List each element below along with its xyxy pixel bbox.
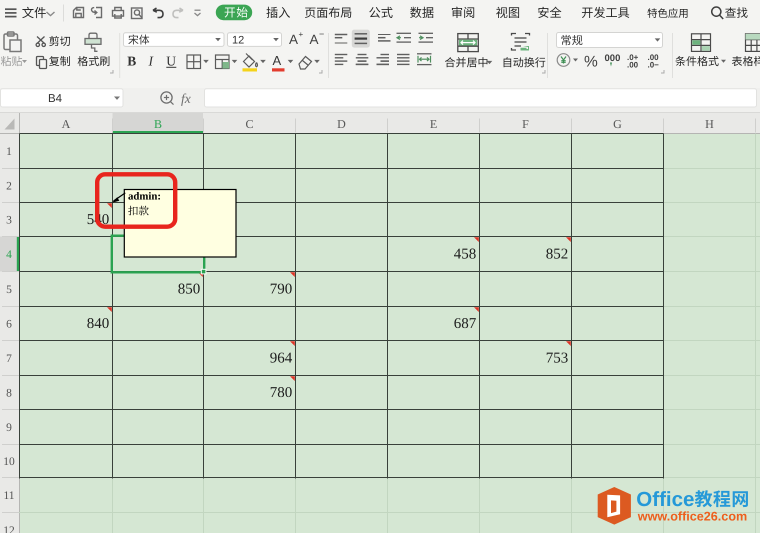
svg-text:12: 12	[3, 525, 15, 533]
svg-text:7: 7	[6, 353, 12, 365]
svg-text:000: 000	[605, 53, 621, 64]
svg-text:6: 6	[6, 319, 12, 331]
svg-text:2: 2	[6, 181, 12, 193]
svg-text:A: A	[289, 32, 298, 47]
svg-text:B4: B4	[48, 93, 63, 105]
svg-text:D: D	[337, 117, 346, 131]
svg-text:B: B	[154, 117, 162, 131]
svg-text:5: 5	[6, 284, 12, 296]
svg-text:753: 753	[546, 351, 569, 367]
svg-text:C: C	[245, 117, 253, 131]
svg-text:8: 8	[6, 388, 12, 400]
svg-text:852: 852	[546, 247, 569, 263]
svg-text:4: 4	[6, 249, 12, 261]
svg-text:.00: .00	[627, 61, 639, 70]
svg-text:A: A	[273, 53, 282, 68]
svg-text:A: A	[310, 32, 319, 47]
svg-text:1: 1	[6, 146, 12, 158]
svg-text:12: 12	[232, 35, 244, 47]
svg-text:B: B	[127, 54, 136, 69]
svg-text:U: U	[166, 54, 176, 69]
svg-text:E: E	[430, 117, 437, 131]
svg-text:Office: Office	[636, 488, 694, 511]
svg-text:3: 3	[6, 215, 12, 227]
svg-text:G: G	[613, 117, 622, 131]
svg-text:%: %	[584, 54, 598, 71]
svg-text:11: 11	[3, 490, 14, 502]
svg-text:www.office26.com: www.office26.com	[637, 510, 747, 524]
svg-text:−: −	[319, 29, 324, 39]
svg-text:.0−: .0−	[648, 61, 660, 70]
svg-text:840: 840	[87, 316, 110, 332]
svg-text:fx: fx	[181, 91, 191, 106]
svg-text:964: 964	[270, 351, 293, 367]
svg-text:10: 10	[3, 456, 15, 468]
svg-text:790: 790	[270, 282, 293, 298]
svg-text:9: 9	[6, 422, 12, 434]
svg-text:850: 850	[178, 282, 201, 298]
svg-text:admin:: admin:	[128, 190, 161, 202]
svg-text:687: 687	[454, 316, 477, 332]
svg-text:A: A	[62, 117, 71, 131]
svg-text:458: 458	[454, 247, 477, 263]
svg-text:780: 780	[270, 385, 293, 401]
svg-text:F: F	[522, 117, 529, 131]
svg-text:+: +	[299, 30, 304, 39]
svg-text:H: H	[705, 117, 714, 131]
